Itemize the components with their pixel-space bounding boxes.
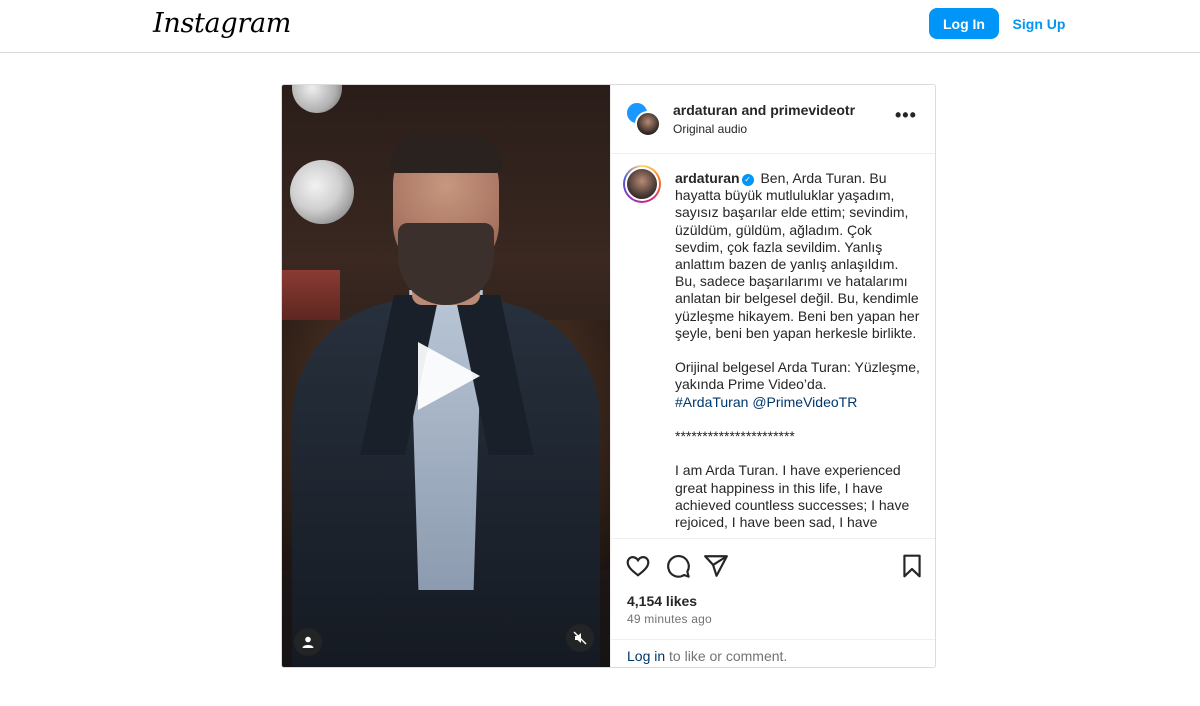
verified-badge-icon: ✓ <box>741 174 754 186</box>
login-button[interactable]: Log In <box>929 8 999 39</box>
top-navigation-bar: Instagram Log In Sign Up <box>0 0 1200 53</box>
caption-avatar[interactable] <box>623 165 661 203</box>
play-icon[interactable] <box>418 342 480 410</box>
heart-icon[interactable] <box>625 553 651 579</box>
avatar-ardaturan <box>635 111 661 137</box>
mute-icon[interactable] <box>566 624 594 652</box>
caption-text: Ben, Arda Turan. Bu hayatta büyük mutlul… <box>675 170 920 393</box>
hashtag-link[interactable]: #ArdaTuran <box>675 394 748 410</box>
comment-icon[interactable] <box>665 553 691 579</box>
post-timestamp[interactable]: 49 minutes ago <box>627 612 712 626</box>
like-count[interactable]: 4,154 likes <box>627 593 697 609</box>
post-caption: ardaturan ✓ Ben, Arda Turan. Bu hayatta b… <box>675 170 921 531</box>
background-ball-top <box>292 85 342 113</box>
user-tag-icon[interactable] <box>294 628 322 656</box>
mute-glyph <box>573 631 587 645</box>
comment-prompt-text: Log in to like or comment. <box>627 648 787 664</box>
avatar-image <box>625 167 659 201</box>
post-authors[interactable]: ardaturan and primevideotr <box>673 102 855 118</box>
person-hair <box>390 135 502 173</box>
comment-prompt: Log in to like or comment. <box>611 639 935 667</box>
caption-scroll-area[interactable]: ardaturan ✓ Ben, Arda Turan. Bu hayatta b… <box>611 155 935 537</box>
signup-button[interactable]: Sign Up <box>1010 8 1068 39</box>
caption-text-english: ********************** I am Arda Turan. … <box>675 428 910 531</box>
post-details-pane: ardaturan and primevideotr Original audi… <box>610 85 935 667</box>
caption-username[interactable]: ardaturan <box>675 170 740 186</box>
mention-link[interactable]: @PrimeVideoTR <box>752 394 857 410</box>
action-bar <box>611 538 935 588</box>
bookmark-icon[interactable] <box>899 553 925 579</box>
stacked-avatars[interactable] <box>625 101 661 137</box>
post-header: ardaturan and primevideotr Original audi… <box>611 85 935 154</box>
comment-login-link[interactable]: Log in <box>627 648 665 664</box>
original-audio-link[interactable]: Original audio <box>673 122 747 136</box>
comment-prompt-rest: to like or comment. <box>665 648 788 664</box>
post-video[interactable] <box>282 85 610 667</box>
background-soccer-ball <box>290 160 354 224</box>
background-books <box>282 270 340 320</box>
instagram-logo[interactable]: Instagram <box>153 8 291 39</box>
share-icon[interactable] <box>703 553 729 579</box>
user-tag-glyph <box>302 636 314 648</box>
more-options-icon[interactable]: ••• <box>895 105 917 126</box>
post-card: ardaturan and primevideotr Original audi… <box>281 84 936 668</box>
